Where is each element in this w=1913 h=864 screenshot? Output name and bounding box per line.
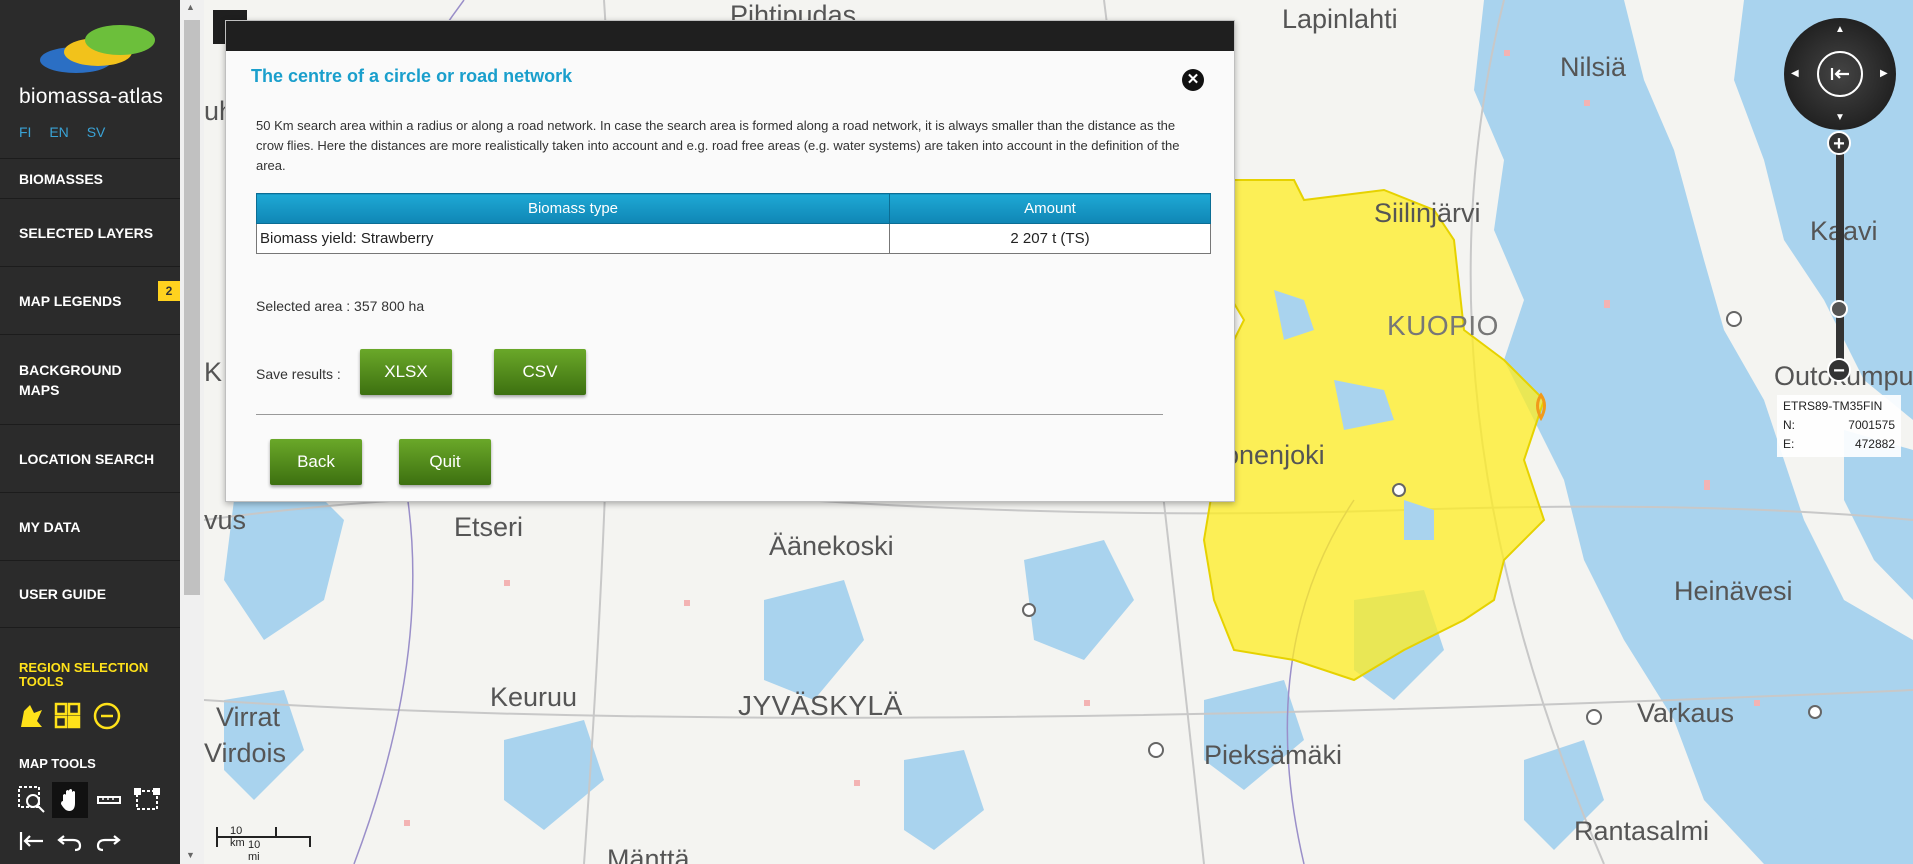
- column-header: Amount: [889, 193, 1211, 224]
- place-label: K: [204, 357, 223, 387]
- pan-right-arrow-icon[interactable]: ▶: [1880, 68, 1888, 79]
- map-tools-title: MAP TOOLS: [19, 756, 96, 771]
- place-label: Virrat: [216, 702, 281, 732]
- place-label: KUOPIO: [1387, 310, 1499, 341]
- n-value: 7001575: [1848, 418, 1895, 432]
- pan-up-arrow-icon[interactable]: ▲: [1835, 24, 1845, 35]
- menu-background-maps[interactable]: BACKGROUND MAPS: [0, 334, 180, 424]
- xlsx-button[interactable]: XLSX: [360, 349, 452, 395]
- place-label: Pieksämäki: [1204, 740, 1343, 770]
- undo-icon[interactable]: [54, 825, 86, 857]
- map-navigation-control: ▲ ▼ ◀ ▶: [1784, 18, 1896, 130]
- reset-view-icon[interactable]: [1817, 51, 1863, 97]
- redo-icon[interactable]: [92, 825, 124, 857]
- menu-label: MY DATA: [19, 518, 81, 535]
- dialog-divider: [256, 414, 1163, 415]
- app-name: biomassa-atlas: [19, 85, 164, 108]
- amount-cell: 2 207 t (TS): [889, 223, 1211, 254]
- coord-row-n: N: 7001575: [1783, 416, 1895, 435]
- grid-select-icon[interactable]: [52, 700, 84, 732]
- place-label: Lapinlahti: [1282, 4, 1398, 34]
- pan-hand-icon[interactable]: [52, 782, 88, 818]
- dialog-title: The centre of a circle or road network: [251, 66, 573, 86]
- lang-fi[interactable]: FI: [19, 124, 31, 140]
- csv-button[interactable]: CSV: [494, 349, 586, 395]
- sidebar-scrollbar[interactable]: ▲ ▼: [180, 0, 204, 864]
- menu-label: SELECTED LAYERS: [19, 224, 154, 241]
- place-label: JYVÄSKYLÄ: [738, 690, 903, 721]
- scale-km: 10 km: [230, 825, 245, 849]
- sidebar: biomassa-atlas FI EN SV BIOMASSES SELECT…: [0, 0, 180, 864]
- result-dialog: The centre of a circle or road network ✕…: [225, 20, 1235, 502]
- zoom-slider-handle[interactable]: [1830, 300, 1848, 318]
- region-tools-title: REGION SELECTION TOOLS: [19, 660, 149, 689]
- n-label: N:: [1783, 418, 1795, 432]
- place-label: Mänttä: [607, 844, 690, 864]
- scroll-down-arrow-icon[interactable]: ▼: [186, 850, 195, 860]
- back-button[interactable]: Back: [270, 439, 362, 485]
- biomass-table: Biomass type Amount Biomass yield: Straw…: [256, 193, 1211, 254]
- scale-mi: 10 mi: [248, 839, 261, 863]
- zoom-in-button[interactable]: +: [1827, 131, 1851, 155]
- menu-biomasses[interactable]: BIOMASSES: [0, 158, 180, 198]
- menu-my-data[interactable]: MY DATA: [0, 492, 180, 560]
- e-label: E:: [1783, 437, 1795, 451]
- select-area-icon[interactable]: [132, 784, 164, 816]
- e-value: 472882: [1854, 437, 1895, 451]
- language-switcher: FI EN SV: [19, 124, 119, 140]
- selected-area-text: Selected area : 357 800 ha: [256, 298, 425, 314]
- menu-map-legends[interactable]: MAP LEGENDS 2: [0, 266, 180, 334]
- scroll-up-arrow-icon[interactable]: ▲: [186, 2, 195, 12]
- column-header: Biomass type: [256, 193, 890, 224]
- place-label: Äänekoski: [769, 531, 894, 561]
- place-label: Nilsiä: [1560, 52, 1627, 82]
- place-label: Etseri: [454, 512, 524, 542]
- place-label: Rantasalmi: [1574, 816, 1710, 846]
- pan-down-arrow-icon[interactable]: ▼: [1835, 112, 1845, 123]
- dialog-description: 50 Km search area within a radius or alo…: [256, 118, 1180, 173]
- menu-label: MAP LEGENDS: [19, 292, 122, 309]
- place-label: onenjoki: [1224, 440, 1325, 470]
- menu-selected-layers[interactable]: SELECTED LAYERS: [0, 198, 180, 266]
- coordinate-display: ETRS89-TM35FIN N: 7001575 E: 472882: [1777, 395, 1901, 457]
- polygon-select-icon[interactable]: [14, 700, 46, 732]
- menu-user-guide[interactable]: USER GUIDE: [0, 560, 180, 628]
- place-label: Keuruu: [490, 682, 578, 712]
- menu-label: USER GUIDE: [19, 586, 107, 602]
- menu-label: BIOMASSES: [19, 170, 104, 187]
- pan-left-arrow-icon[interactable]: ◀: [1791, 68, 1799, 79]
- menu-label: LOCATION SEARCH: [19, 450, 155, 467]
- save-results-label: Save results :: [256, 366, 341, 382]
- home-extent-icon[interactable]: [16, 825, 48, 857]
- close-icon[interactable]: ✕: [1182, 69, 1204, 91]
- place-label: Heinävesi: [1674, 576, 1793, 606]
- circle-select-icon[interactable]: [91, 700, 123, 732]
- logo-icon: [40, 25, 155, 73]
- place-label: Virdois: [204, 738, 287, 768]
- biomass-type-cell: Biomass yield: Strawberry: [256, 223, 890, 254]
- lang-en[interactable]: EN: [49, 124, 68, 140]
- quit-button[interactable]: Quit: [399, 439, 491, 485]
- menu-location-search[interactable]: LOCATION SEARCH: [0, 424, 180, 492]
- coord-row-e: E: 472882: [1783, 435, 1895, 454]
- legend-count-badge: 2: [158, 281, 180, 301]
- zoom-box-icon[interactable]: [16, 784, 48, 816]
- menu-label: BACKGROUND MAPS: [19, 361, 122, 398]
- table-row: Biomass yield: Strawberry 2 207 t (TS): [256, 223, 1211, 254]
- place-label: Varkaus: [1637, 698, 1735, 728]
- measure-icon[interactable]: [93, 784, 125, 816]
- place-label: Siilinjärvi: [1374, 198, 1481, 228]
- lang-sv[interactable]: SV: [87, 124, 106, 140]
- crs-label: ETRS89-TM35FIN: [1783, 399, 1883, 413]
- zoom-slider-track[interactable]: [1836, 145, 1844, 367]
- place-label: vus: [204, 505, 247, 535]
- scrollbar-thumb[interactable]: [184, 20, 200, 595]
- dialog-header-bar[interactable]: [226, 21, 1234, 51]
- zoom-out-button[interactable]: −: [1827, 358, 1851, 382]
